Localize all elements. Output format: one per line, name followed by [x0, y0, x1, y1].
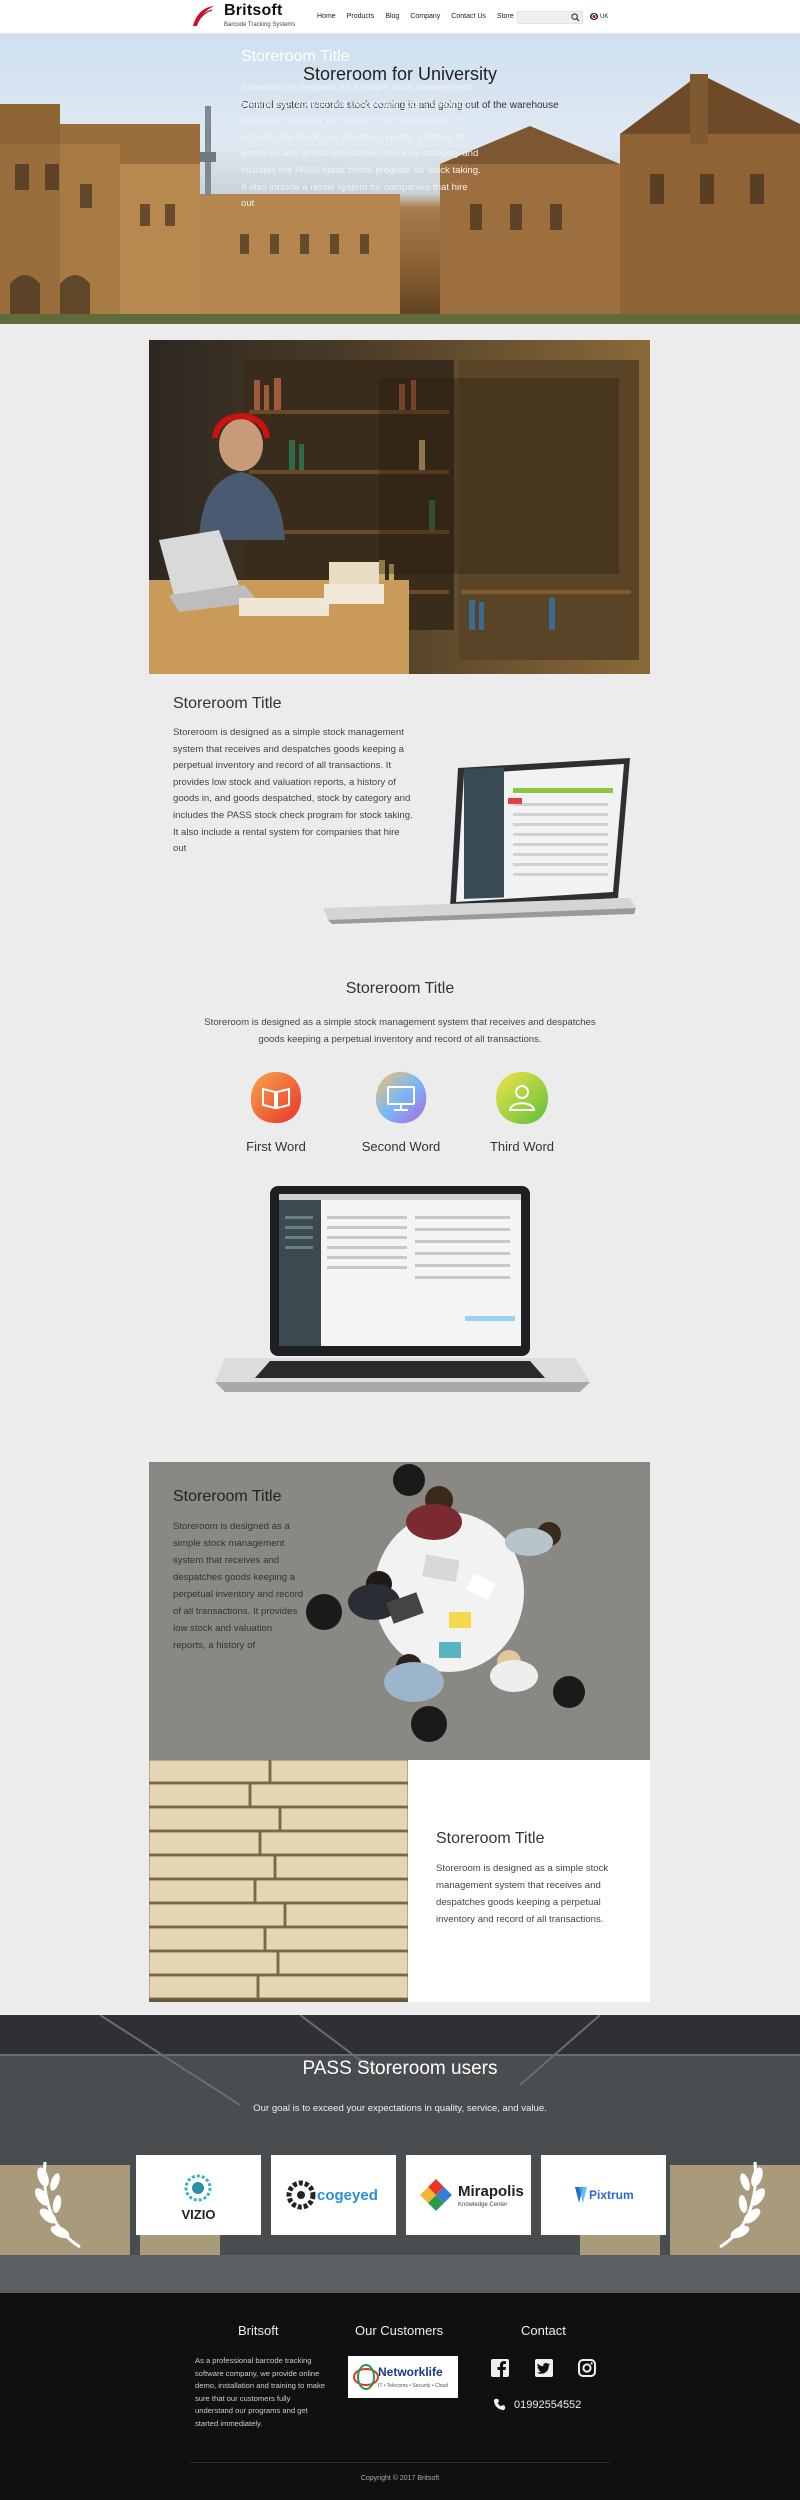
- footer-col-britsoft-title: Britsoft: [238, 2323, 279, 2338]
- search-box: [517, 11, 583, 30]
- section5-title: Storeroom Title: [436, 1830, 545, 1847]
- top-navbar: Britsoft Barcode Tracking Systems Home P…: [0, 0, 800, 34]
- instagram-icon[interactable]: [578, 2359, 596, 2377]
- uk-flag-icon: [590, 13, 598, 20]
- section1-text: Storeroom is designed as a simple stock …: [241, 82, 481, 210]
- swoosh-logo-icon: [193, 6, 214, 27]
- library-photo-section: [149, 340, 650, 674]
- search-input[interactable]: [518, 18, 570, 30]
- laurel-right-icon: [719, 2161, 766, 2249]
- section4-title: Storeroom Title: [173, 1488, 282, 1505]
- users-band: [0, 2015, 800, 2293]
- client-logo-vizio[interactable]: VIZIO: [136, 2155, 261, 2235]
- laptop-app-image: [215, 1186, 590, 1392]
- client-subname: Knowledge Center: [458, 2202, 508, 2208]
- language-selector[interactable]: UK: [590, 13, 608, 20]
- client-name: Pixtrum: [589, 2188, 634, 2202]
- section4-text: Storeroom is designed as a simple stock …: [173, 1521, 304, 1651]
- nav-link-store[interactable]: Store: [497, 13, 514, 20]
- section3-text: Storeroom is designed as a simple stock …: [204, 1017, 596, 1045]
- warehouse-background: [0, 2015, 800, 2293]
- language-label: UK: [600, 13, 609, 20]
- stacked-books-photo: [149, 1760, 408, 2002]
- nav-link-home[interactable]: Home: [317, 13, 336, 20]
- feature-label: First Word: [246, 1139, 306, 1154]
- nav-links: Home Products Blog Company Contact Us St…: [317, 13, 525, 20]
- feature-label: Third Word: [489, 1139, 555, 1154]
- vizio-logo-icon: [184, 2174, 212, 2202]
- laptop-screenshot-image: [323, 758, 636, 924]
- nav-link-company[interactable]: Company: [410, 13, 440, 20]
- section5-text: Storeroom is designed as a simple stock …: [436, 1863, 609, 1925]
- search-icon[interactable]: [571, 13, 580, 22]
- partner-logo-networklife[interactable]: Networklife IT • Telecoms • Security • C…: [348, 2356, 458, 2398]
- client-name: Mirapolis: [458, 2183, 524, 2200]
- book-icon: [250, 1072, 302, 1124]
- partner-tagline: IT • Telecoms • Security • Cloud: [378, 2383, 449, 2389]
- users-title: PASS Storeroom users: [302, 2058, 498, 2079]
- phone-number: 01992554552: [514, 2398, 582, 2411]
- phone-icon: [493, 2398, 506, 2411]
- section3-title: Storeroom Title: [345, 980, 455, 997]
- copyright-text: Copyright © 2017 Britsoft: [360, 2475, 440, 2482]
- facebook-icon[interactable]: [491, 2359, 509, 2377]
- footer-col-contact-title: Contact: [521, 2323, 566, 2338]
- laurel-left-icon: [34, 2161, 81, 2249]
- client-name: VIZIO: [181, 2207, 216, 2222]
- client-logo-cogeyed[interactable]: cogeyed: [271, 2155, 396, 2235]
- brand-tagline: Barcode Tracking Systems: [224, 22, 296, 28]
- feature-label: Second Word: [361, 1139, 441, 1154]
- footer-col-customers-title: Our Customers: [355, 2323, 444, 2338]
- client-logo-mirapolis[interactable]: Mirapolis Knowledge Center: [406, 2155, 531, 2235]
- section1-title: Storeroom Title: [241, 48, 350, 65]
- twitter-icon[interactable]: [535, 2359, 553, 2377]
- brand-name: Britsoft: [224, 2, 283, 19]
- nav-link-products[interactable]: Products: [347, 13, 375, 20]
- user-icon: [496, 1071, 549, 1125]
- footer-phone[interactable]: 01992554552: [493, 2398, 581, 2411]
- section2-title: Storeroom Title: [173, 695, 282, 712]
- feature-second: Second Word: [346, 1070, 456, 1154]
- nav-link-contact[interactable]: Contact Us: [451, 13, 486, 20]
- feature-first: First Word: [221, 1070, 331, 1154]
- monitor-icon: [375, 1071, 427, 1124]
- users-subtitle: Our goal is to exceed your expectations …: [253, 2103, 547, 2114]
- client-name: cogeyed: [317, 2187, 378, 2204]
- footer-about-text: As a professional barcode tracking softw…: [195, 2356, 326, 2428]
- text-overlay: [379, 378, 619, 574]
- brand-logo[interactable]: Britsoft Barcode Tracking Systems: [190, 2, 295, 32]
- client-logo-pixtrum[interactable]: Pixtrum: [541, 2155, 666, 2235]
- feature-third: Third Word: [467, 1070, 577, 1154]
- partner-name: Networklife: [378, 2365, 443, 2379]
- nav-link-blog[interactable]: Blog: [385, 13, 399, 20]
- footer-divider: [190, 2462, 610, 2463]
